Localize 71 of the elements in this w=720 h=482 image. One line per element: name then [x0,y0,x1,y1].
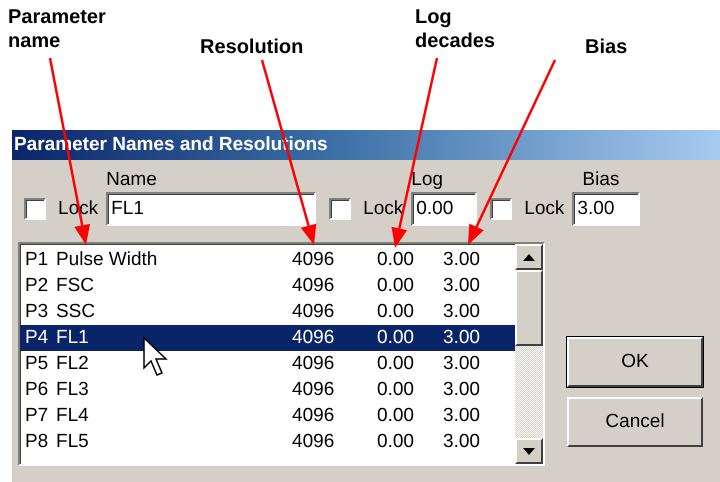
annotation-label: Parameter name [8,5,107,53]
parameter-row[interactable]: P2 FSC 4096 0.00 3.00 [20,273,515,299]
annotation-label: Resolution [200,35,304,59]
parameter-row[interactable]: P3 SSC 4096 0.00 3.00 [20,299,515,325]
resolution-value: 4096 [292,405,334,427]
parameter-id: P6 [25,379,48,401]
parameter-id: P2 [25,275,48,297]
parameter-row[interactable]: P1 Pulse Width 4096 0.00 3.00 [20,247,515,273]
scroll-down-button[interactable] [515,438,543,464]
parameter-row[interactable]: P4 FL1 4096 0.00 3.00 [20,325,515,351]
resolution-value: 4096 [292,379,334,401]
field-label: Name [106,168,158,192]
parameter-name: FL4 [56,405,89,427]
parameter-name: FSC [56,275,94,297]
input-field[interactable]: 3.00 [572,192,640,226]
parameter-name: FL1 [56,327,89,349]
lock-checkbox[interactable] [329,198,352,220]
input-field[interactable]: FL1 [106,192,316,226]
log-value: 0.00 [377,405,414,427]
parameter-id: P4 [25,327,48,349]
parameter-name: FL2 [56,353,89,375]
resolution-value: 4096 [292,327,334,349]
annotation-label: Log decades [415,5,495,53]
parameter-row[interactable]: P6 FL3 4096 0.00 3.00 [20,377,515,403]
log-value: 0.00 [377,327,414,349]
log-value: 0.00 [377,431,414,453]
bias-value: 3.00 [443,353,480,375]
cancel-button[interactable]: Cancel [567,397,703,447]
field-label: Bias [582,168,620,192]
resolution-value: 4096 [292,301,334,323]
parameter-name: FL3 [56,379,89,401]
parameter-id: P1 [25,249,48,271]
annotation-label: Bias [585,35,628,59]
log-value: 0.00 [377,249,414,271]
log-value: 0.00 [377,301,414,323]
input-field[interactable]: 0.00 [411,192,478,226]
bias-value: 3.00 [443,249,480,271]
ok-button[interactable]: OK [567,337,703,387]
lock-checkbox[interactable] [490,198,512,220]
parameter-name: FL5 [56,431,89,453]
field-label: Log [411,168,444,192]
parameter-id: P3 [25,301,48,323]
parameter-id: P8 [25,431,48,453]
bias-value: 3.00 [443,327,480,349]
scroll-thumb[interactable] [515,270,543,346]
lock-label: Lock [363,198,404,220]
bias-value: 3.00 [443,431,480,453]
log-value: 0.00 [377,353,414,375]
resolution-value: 4096 [292,353,334,375]
down-arrow-icon [523,448,535,454]
parameter-row[interactable]: P7 FL4 4096 0.00 3.00 [20,403,515,429]
lock-checkbox[interactable] [24,198,46,220]
bias-value: 3.00 [443,405,480,427]
log-value: 0.00 [377,379,414,401]
parameter-id: P7 [25,405,48,427]
parameter-id: P5 [25,353,48,375]
log-value: 0.00 [377,275,414,297]
mouse-pointer-icon [143,336,168,376]
lock-label: Lock [524,198,564,220]
bias-value: 3.00 [443,275,480,297]
bias-value: 3.00 [443,379,480,401]
bias-value: 3.00 [443,301,480,323]
parameter-name: SSC [56,301,96,323]
resolution-value: 4096 [292,431,334,453]
parameter-name: Pulse Width [56,249,158,271]
parameter-row[interactable]: P8 FL5 4096 0.00 3.00 [20,429,515,455]
scroll-up-button[interactable] [515,244,543,270]
resolution-value: 4096 [292,249,334,271]
up-arrow-icon [523,254,535,260]
parameter-row[interactable]: P5 FL2 4096 0.00 3.00 [20,351,515,377]
resolution-value: 4096 [292,275,334,297]
